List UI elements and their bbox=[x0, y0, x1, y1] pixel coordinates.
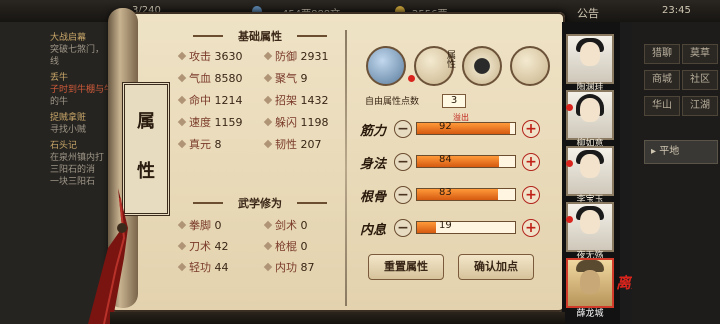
attr-label-constitution: 根骨 bbox=[360, 190, 387, 205]
character-4-alert-dot bbox=[566, 216, 573, 223]
menu-button-6[interactable]: 江湖 bbox=[682, 96, 718, 116]
quest-desc-4: 在泉州镇内打 bbox=[50, 153, 105, 163]
character-name-5: 薛龙城 bbox=[576, 309, 604, 319]
attr-constitution-plus-button[interactable]: + bbox=[522, 186, 540, 204]
character-3-alert-dot bbox=[566, 160, 573, 167]
clock: 23:45 bbox=[662, 5, 691, 16]
tab-character-icon[interactable] bbox=[366, 46, 406, 86]
attr-inner-breath-value: 19 bbox=[439, 220, 452, 231]
section-rule-left bbox=[193, 35, 223, 37]
martial-fist: 拳脚 0 bbox=[177, 217, 222, 233]
attr-constitution-fill bbox=[417, 189, 499, 200]
character-2-alert-dot bbox=[566, 104, 573, 111]
stat-true-yuan: 真元 8 bbox=[177, 136, 222, 152]
menu-button-1[interactable]: 猎聊 bbox=[644, 44, 680, 64]
attr-inner-breath-minus-button[interactable]: − bbox=[394, 219, 412, 237]
martial-inner: 内功 87 bbox=[263, 259, 315, 275]
attr-agility-plus-button[interactable]: + bbox=[522, 153, 540, 171]
stat-parry: 招架 1432 bbox=[263, 92, 329, 108]
basic-section-title: 基础属性 bbox=[238, 30, 282, 43]
quest-title-4[interactable]: 石头记 bbox=[50, 140, 77, 152]
stat-speed: 速度 1159 bbox=[177, 114, 243, 130]
tab-meridian-icon[interactable] bbox=[510, 46, 550, 86]
stat-hp: 气血 8580 bbox=[177, 70, 243, 86]
attr-inner-breath-plus-button[interactable]: + bbox=[522, 219, 540, 237]
attr-constitution-minus-button[interactable]: − bbox=[394, 186, 412, 204]
attr-agility-value: 84 bbox=[439, 154, 452, 165]
tab-taiji-icon[interactable] bbox=[462, 46, 502, 86]
section-rule-left-2 bbox=[193, 202, 223, 204]
free-points-value: 3 bbox=[442, 94, 466, 108]
notice-button[interactable]: 公告 bbox=[577, 5, 599, 21]
character-portrait-4[interactable] bbox=[566, 202, 614, 252]
reset-attributes-button[interactable]: 重置属性 bbox=[368, 254, 444, 280]
martial-blade: 刀术 42 bbox=[177, 238, 229, 254]
quest-desc-4b: 三阳石的消 bbox=[50, 165, 96, 175]
menu-button-5[interactable]: 华山 bbox=[644, 96, 680, 116]
character-portrait-1[interactable] bbox=[566, 34, 614, 84]
quest-desc-2: 子时到牛棚与牛 bbox=[50, 85, 114, 95]
attr-label-agility: 身法 bbox=[360, 157, 387, 172]
quest-desc-2b: 的牛 bbox=[50, 97, 69, 107]
martial-lightness: 轻功 44 bbox=[177, 259, 229, 275]
notification-dot bbox=[408, 75, 415, 82]
attr-strength-value: 92 bbox=[439, 121, 452, 132]
attr-label-strength: 筋力 bbox=[360, 124, 387, 139]
stat-dodge: 躲闪 1198 bbox=[263, 114, 329, 130]
attr-agility-bar: 84 bbox=[416, 154, 516, 168]
quest-desc-1b: 线 bbox=[50, 57, 60, 67]
attr-strength-fill bbox=[417, 123, 511, 134]
quest-title-3[interactable]: 捉贼拿赃 bbox=[50, 112, 86, 124]
quest-desc-1: 突破七煞门， bbox=[50, 45, 105, 55]
tab-attribute-label: 属性 bbox=[445, 50, 455, 68]
column-divider bbox=[345, 30, 347, 306]
attr-strength-bar: 92 bbox=[416, 121, 516, 135]
attr-constitution-value: 83 bbox=[439, 187, 452, 198]
confirm-allocation-button[interactable]: 确认加点 bbox=[458, 254, 534, 280]
panel-title-char-1: 属 bbox=[137, 111, 155, 132]
menu-button-2[interactable]: 莫草 bbox=[682, 44, 718, 64]
stat-attack: 攻击 3630 bbox=[177, 48, 243, 64]
attr-label-inner-breath: 内息 bbox=[360, 223, 387, 238]
attr-inner-breath-bar: 19 bbox=[416, 220, 516, 234]
attr-agility-minus-button[interactable]: − bbox=[394, 153, 412, 171]
attr-agility-fill bbox=[417, 156, 500, 167]
character-portrait-5-selected[interactable] bbox=[566, 258, 614, 308]
menu-button-4[interactable]: 社区 bbox=[682, 70, 718, 90]
location-indicator[interactable]: ▸ 平地 bbox=[644, 140, 718, 164]
bottom-toolbar bbox=[110, 312, 565, 324]
martial-sword: 剑术 0 bbox=[263, 217, 308, 233]
section-rule-right-2 bbox=[297, 202, 327, 204]
quest-desc-4c: 一块三阳石 bbox=[50, 177, 96, 187]
martial-section-title: 武学修为 bbox=[238, 197, 282, 210]
attr-inner-breath-fill bbox=[417, 222, 436, 233]
stat-hit: 命中 1214 bbox=[177, 92, 243, 108]
stat-gather-qi: 聚气 9 bbox=[263, 70, 308, 86]
side-menu bbox=[632, 22, 720, 324]
character-portrait-3[interactable] bbox=[566, 146, 614, 196]
tassel-decoration bbox=[88, 188, 128, 324]
attr-strength-plus-button[interactable]: + bbox=[522, 120, 540, 138]
quest-title-1[interactable]: 大战启幕 bbox=[50, 32, 86, 44]
stat-toughness: 韧性 207 bbox=[263, 136, 322, 152]
martial-spear: 枪棍 0 bbox=[263, 238, 308, 254]
section-rule-right bbox=[297, 35, 327, 37]
attr-strength-minus-button[interactable]: − bbox=[394, 120, 412, 138]
free-points-label: 自由属性点数 bbox=[365, 97, 420, 107]
character-portrait-2[interactable] bbox=[566, 90, 614, 140]
panel-title-char-2: 性 bbox=[137, 161, 155, 182]
menu-button-3[interactable]: 商城 bbox=[644, 70, 680, 90]
quest-title-2[interactable]: 丢牛 bbox=[50, 72, 68, 84]
attr-constitution-bar: 83 bbox=[416, 187, 516, 201]
quest-desc-3: 寻找小贼 bbox=[50, 125, 87, 135]
stat-defense: 防御 2931 bbox=[263, 48, 329, 64]
